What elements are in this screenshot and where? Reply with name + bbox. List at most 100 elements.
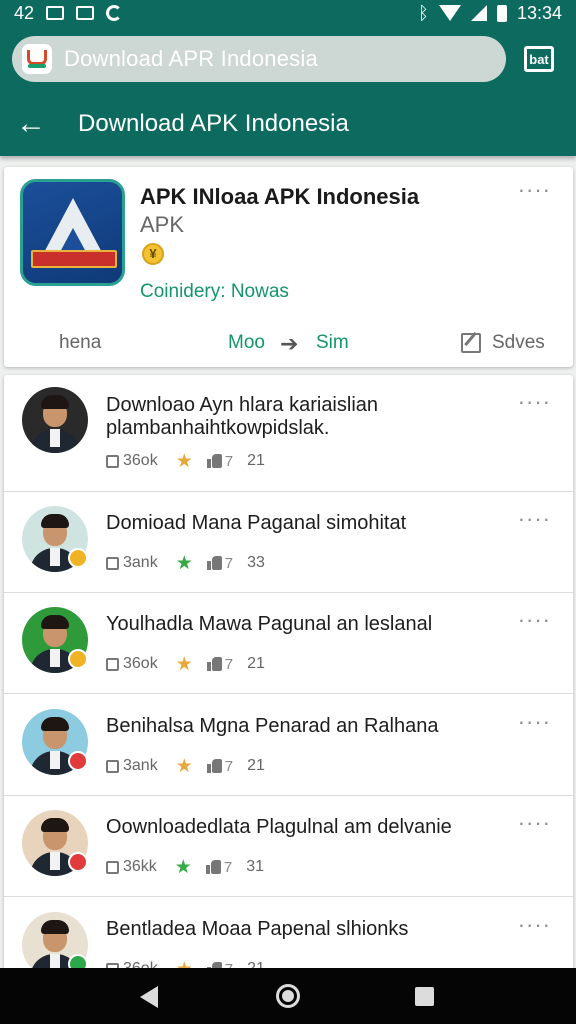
logo-ribbon [31, 250, 117, 268]
star-icon: ★ [175, 653, 193, 675]
list-item[interactable]: Oownloadedlata Plagulnal am delvanie ····… [4, 796, 573, 897]
status-badge-icon [68, 852, 88, 872]
rating-count: 21 [247, 757, 265, 774]
item-title: Domioad Mana Paganal simohitat [106, 512, 407, 534]
more-options-icon[interactable]: ···· [518, 391, 551, 413]
download-icon [106, 759, 119, 773]
category-link[interactable]: Coinidery: Nowas [140, 281, 289, 303]
item-meta: 36ok ★ 7 21 [106, 653, 265, 675]
item-title: Benihalsa Mgna Penarad an Ralhana [106, 715, 439, 737]
item-meta: 36ok ★ 7 21 [106, 450, 265, 472]
item-title: Youlhadla Mawa Pagunal an leslanal [106, 613, 433, 635]
rating-count: 21 [247, 655, 265, 672]
nav-back-icon[interactable] [140, 986, 158, 1008]
thumbs-up-icon [206, 556, 223, 570]
page-title: Download APK Indonesia [78, 110, 349, 137]
avatar-collar [50, 429, 60, 447]
avatar-hair [41, 615, 69, 629]
edit-icon[interactable] [461, 333, 481, 353]
star-icon: ★ [175, 450, 193, 472]
site-favicon-icon [22, 44, 52, 74]
like-count: 7 [224, 757, 234, 775]
more-options-icon[interactable]: ···· [518, 609, 551, 631]
like-count: 7 [224, 452, 234, 470]
status-bar: 42 ᛒ 13:34 [0, 0, 576, 26]
avatar-collar [50, 548, 60, 566]
avatar-hair [41, 514, 69, 528]
status-badge-icon [68, 751, 88, 771]
bluetooth-icon: ᛒ [418, 2, 429, 23]
item-meta: 3ank ★ 7 21 [106, 755, 265, 777]
more-options-icon[interactable]: ···· [518, 711, 551, 733]
tabs-button[interactable]: bat [524, 46, 554, 72]
nav-home-icon[interactable] [276, 984, 300, 1008]
thumbs-up-icon [205, 860, 222, 874]
avatar-hair [41, 818, 69, 832]
list-item[interactable]: Bentladea Moaa Papenal slhionks····36ok★… [4, 898, 573, 975]
download-icon [106, 454, 119, 468]
nav-recents-icon[interactable] [415, 987, 434, 1006]
like-count: 7 [224, 554, 234, 572]
download-count: 36ok [123, 452, 158, 469]
list-item[interactable]: Youlhadla Mawa Pagunal an leslanal ···· 36… [4, 593, 573, 694]
thumbs-up-icon [206, 454, 223, 468]
app-bar: ← Download APK Indonesia [0, 92, 576, 156]
download-icon [106, 657, 119, 671]
app-title: APK INloaa APK Indonesia [140, 184, 420, 209]
image-notification-icon [46, 6, 65, 20]
url-bar[interactable]: Download APR Indonesia [12, 36, 506, 82]
list-item[interactable]: Benihalsa Mgna Penarad an Ralhana ···· 3an… [4, 695, 573, 796]
system-nav-bar [0, 968, 576, 1024]
download-icon [106, 860, 119, 874]
avatar-collar [50, 649, 60, 667]
avatar-hair [41, 920, 69, 934]
home-action[interactable]: hena [59, 332, 101, 354]
notification-count: 42 [14, 2, 35, 23]
save-action[interactable]: Sdves [492, 332, 545, 354]
item-meta: 36kk ★ 7 31 [106, 856, 264, 878]
more-options-icon[interactable]: ···· [518, 179, 551, 201]
avatar-hair [41, 717, 69, 731]
download-count: 36ok [123, 655, 158, 672]
article-list: Downloao Ayn hlara kariaislian plambanha… [4, 375, 573, 975]
more-options-icon[interactable]: ···· [518, 812, 551, 834]
coin-badge-icon: ¥ [142, 243, 164, 265]
rating-count: 33 [247, 554, 265, 571]
more-options-icon[interactable]: ···· [518, 508, 551, 530]
mod-action[interactable]: Moo [228, 332, 265, 354]
signal-icon [470, 5, 487, 21]
back-arrow-icon[interactable]: ← [2, 92, 60, 156]
more-options-icon[interactable]: ···· [518, 914, 551, 936]
thumbs-up-icon [206, 657, 223, 671]
logo-triangle-inner [60, 228, 86, 252]
download-icon [106, 556, 119, 570]
sim-action[interactable]: Sim [316, 332, 349, 354]
app-subtitle: APK [140, 212, 185, 237]
star-icon: ★ [175, 755, 193, 777]
item-title: Bentladea Moaa Papenal slhionks [106, 918, 409, 940]
download-count: 3ank [123, 554, 158, 571]
app-header-card: APK INloaa APK Indonesia APK ¥ Coinidery… [4, 167, 573, 367]
tabs-label: bat [529, 51, 549, 67]
like-count: 7 [224, 655, 234, 673]
app-logo-icon[interactable] [20, 179, 125, 286]
avatar-collar [50, 852, 60, 870]
avatar-collar [50, 751, 60, 769]
author-avatar [22, 387, 88, 453]
thumbs-up-icon [206, 759, 223, 773]
wifi-icon [438, 5, 461, 21]
item-meta: 3ank ★ 7 33 [106, 552, 265, 574]
card-actions: hena Moo ➔ Sim Sdves [4, 331, 573, 362]
star-icon: ★ [175, 552, 193, 574]
status-badge-icon [68, 649, 88, 669]
battery-icon [496, 4, 507, 22]
message-notification-icon [76, 6, 95, 20]
clock: 13:34 [516, 2, 562, 23]
like-count: 7 [223, 858, 233, 876]
avatar-hair [41, 395, 69, 409]
star-icon: ★ [174, 856, 192, 878]
list-item[interactable]: Domioad Mana Paganal simohitat ···· 3ank ★ 7… [4, 492, 573, 593]
rating-count: 31 [246, 858, 264, 875]
list-item[interactable]: Downloao Ayn hlara kariaislian plambanha… [4, 375, 573, 492]
browser-toolbar: Download APR Indonesia bat [0, 26, 576, 92]
